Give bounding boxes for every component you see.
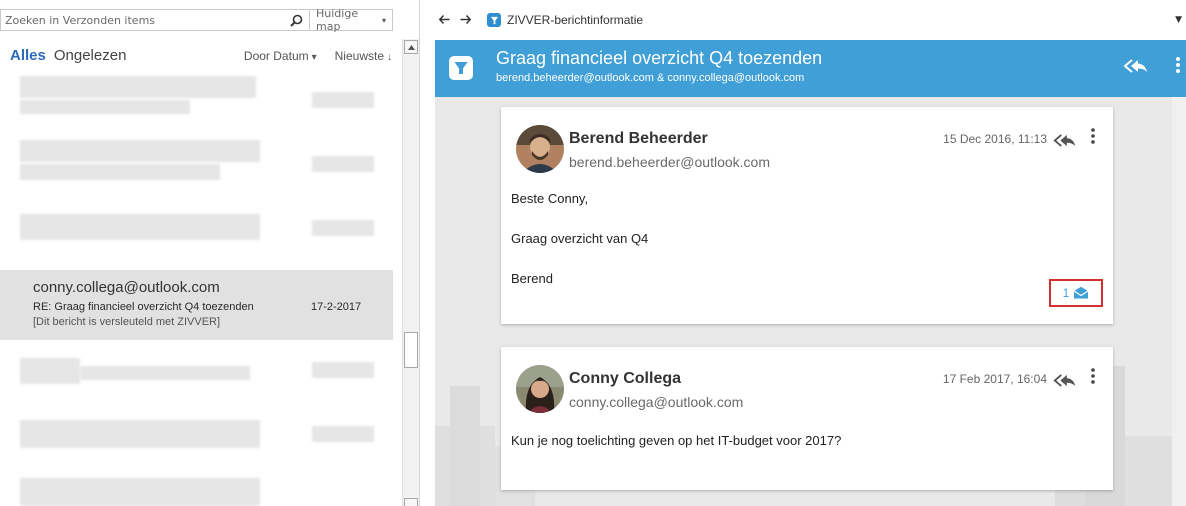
chevron-down-icon: ▾ bbox=[311, 52, 317, 63]
list-item-selected[interactable]: conny.collega@outlook.com RE: Graag fina… bbox=[0, 270, 393, 340]
list-item-redacted[interactable] bbox=[0, 416, 393, 466]
search-bar: Huidige map ▾ bbox=[0, 7, 393, 33]
sort-by-label: Door Datum bbox=[243, 49, 309, 63]
conversation-subject: Graag financieel overzicht Q4 toezenden bbox=[496, 48, 823, 68]
message-card: Conny Collega conny.collega@outlook.com … bbox=[501, 347, 1113, 490]
scroll-down-button[interactable] bbox=[404, 498, 418, 506]
sender-email: conny.collega@outlook.com bbox=[569, 394, 744, 410]
list-item-redacted[interactable] bbox=[0, 354, 393, 404]
triangle-up-icon bbox=[407, 44, 415, 50]
zivver-logo-icon bbox=[487, 13, 501, 27]
reply-all-icon[interactable] bbox=[1053, 132, 1077, 151]
sort-order-label: Nieuwste bbox=[334, 49, 384, 63]
chevron-down-icon: ▾ bbox=[381, 15, 386, 25]
addin-title: ZIVVER-berichtinformatie bbox=[507, 13, 644, 27]
app-window: Huidige map ▾ Alles Ongelezen Door Datum… bbox=[0, 0, 1186, 506]
message-list: conny.collega@outlook.com RE: Graag fina… bbox=[0, 70, 400, 506]
list-item-redacted[interactable] bbox=[0, 210, 393, 260]
thread-scrollbar[interactable] bbox=[1172, 97, 1186, 506]
list-item-subject: RE: Graag financieel overzicht Q4 toezen… bbox=[33, 301, 254, 313]
reading-pane: ZIVVER-berichtinformatie ▼ Graag financi… bbox=[421, 0, 1186, 506]
message-date: 17 Feb 2017, 16:04 bbox=[942, 372, 1047, 386]
addin-titlebar: ZIVVER-berichtinformatie ▼ bbox=[421, 0, 1186, 40]
more-options-icon[interactable] bbox=[1091, 368, 1095, 388]
message-body-line: Berend bbox=[511, 271, 553, 286]
avatar bbox=[516, 365, 564, 413]
forward-arrow-icon[interactable] bbox=[460, 13, 472, 27]
message-list-pane: Huidige map ▾ Alles Ongelezen Door Datum… bbox=[0, 0, 420, 506]
message-card: Berend Beheerder berend.beheerder@outloo… bbox=[501, 107, 1113, 324]
message-date: 15 Dec 2016, 11:13 bbox=[943, 132, 1047, 146]
sort-by-dropdown[interactable]: Door Datum ▾ bbox=[244, 49, 317, 63]
scroll-thumb[interactable] bbox=[404, 332, 418, 368]
chevron-down-icon[interactable]: ▼ bbox=[1175, 15, 1182, 25]
search-scope-dropdown[interactable]: Huidige map ▾ bbox=[310, 7, 392, 33]
scroll-up-button[interactable] bbox=[404, 40, 418, 54]
list-item-redacted[interactable] bbox=[0, 134, 393, 194]
reply-all-icon[interactable] bbox=[1123, 58, 1148, 77]
list-item-preview: [Dit bericht is versleuteld met ZIVVER] bbox=[33, 316, 221, 328]
sender-name: Conny Collega bbox=[569, 370, 682, 387]
list-item-redacted[interactable] bbox=[0, 70, 393, 130]
search-scope-label: Huidige map bbox=[316, 7, 359, 33]
reply-all-icon[interactable] bbox=[1053, 372, 1077, 391]
message-body-line: Beste Conny, bbox=[511, 191, 589, 206]
read-receipt-badge[interactable]: 1 bbox=[1049, 279, 1103, 307]
conversation-header: Graag financieel overzicht Q4 toezenden … bbox=[435, 40, 1186, 97]
avatar bbox=[516, 125, 564, 173]
message-list-scrollbar[interactable] bbox=[402, 39, 419, 506]
search-input[interactable] bbox=[1, 10, 284, 30]
sender-name: Berend Beheerder bbox=[569, 130, 708, 147]
message-body-line: Graag overzicht van Q4 bbox=[511, 231, 649, 246]
filter-all-tab[interactable]: Alles bbox=[10, 47, 46, 64]
list-item-redacted[interactable] bbox=[0, 474, 393, 506]
envelope-open-icon bbox=[1073, 284, 1089, 303]
list-item-sender: conny.collega@outlook.com bbox=[33, 279, 220, 296]
sender-email: berend.beheerder@outlook.com bbox=[569, 154, 771, 170]
filter-unread-tab[interactable]: Ongelezen bbox=[54, 47, 127, 64]
conversation-participants: berend.beheerder@outlook.com & conny.col… bbox=[496, 72, 805, 84]
sort-order-toggle[interactable]: Nieuwste ↓ bbox=[335, 49, 392, 63]
filter-bar: Alles Ongelezen Door Datum ▾ Nieuwste ↓ bbox=[10, 47, 392, 67]
more-options-icon[interactable] bbox=[1176, 56, 1180, 78]
arrow-down-icon: ↓ bbox=[387, 52, 392, 63]
read-count: 1 bbox=[1062, 286, 1070, 300]
more-options-icon[interactable] bbox=[1091, 128, 1095, 148]
list-item-date: 17-2-2017 bbox=[311, 301, 362, 313]
back-arrow-icon[interactable] bbox=[438, 13, 450, 27]
search-icon[interactable] bbox=[284, 10, 310, 30]
message-thread: Berend Beheerder berend.beheerder@outloo… bbox=[435, 97, 1172, 506]
nav-buttons bbox=[438, 13, 472, 27]
message-body-line: Kun je nog toelichting geven op het IT-b… bbox=[511, 433, 842, 448]
zivver-logo-icon bbox=[449, 56, 473, 80]
